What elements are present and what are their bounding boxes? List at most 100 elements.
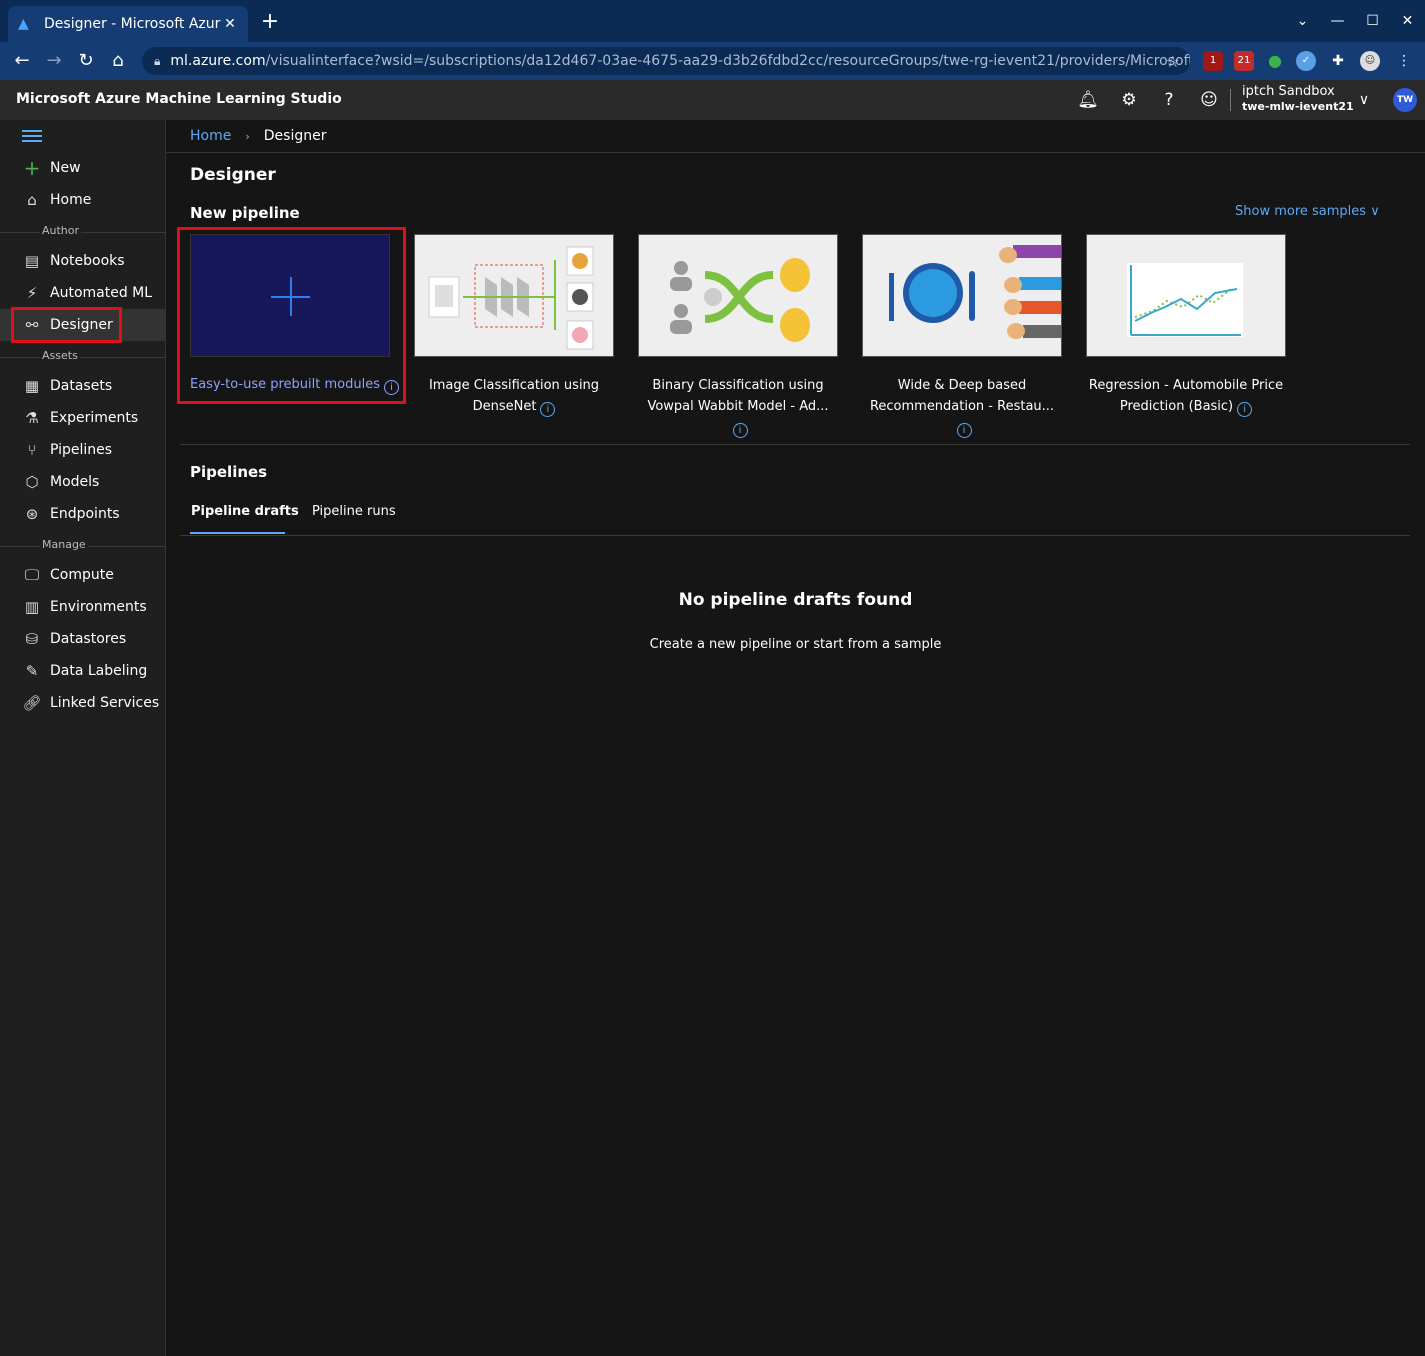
breadcrumb-home-link[interactable]: Home <box>190 128 231 146</box>
section-divider <box>180 444 1410 445</box>
azure-favicon-icon: ▲ <box>18 16 29 32</box>
extensions-puzzle-icon[interactable]: ✚ <box>1328 51 1348 71</box>
bookmark-star-icon[interactable]: ☆ <box>1166 52 1180 71</box>
sample-caption-line2: DenseNet <box>472 399 537 414</box>
sidebar-item-new[interactable]: + New <box>0 152 166 184</box>
tab-pipeline-drafts[interactable]: Pipeline drafts <box>191 504 299 519</box>
app-title: Microsoft Azure Machine Learning Studio <box>16 91 342 107</box>
info-icon[interactable]: i <box>1237 402 1253 417</box>
sample-card-regression[interactable]: Regression - Automobile Price Prediction… <box>1086 234 1286 417</box>
tab-pipeline-runs[interactable]: Pipeline runs <box>312 504 396 519</box>
evernote-extension-icon[interactable]: ● <box>1265 51 1285 71</box>
info-icon[interactable]: i <box>540 402 556 417</box>
active-tab-indicator <box>190 532 285 534</box>
sample-caption-line2: Vowpal Wabbit Model - Ad... <box>647 399 829 414</box>
sample-caption-line2: Recommendation - Restau... <box>869 399 1055 414</box>
sidebar-item-experiments[interactable]: ⚗ Experiments <box>0 402 166 434</box>
wide-deep-thumbnail <box>862 234 1062 357</box>
sidebar-item-automated-ml[interactable]: ⚡ Automated ML <box>0 277 166 309</box>
app-header: Microsoft Azure Machine Learning Studio … <box>0 80 1425 120</box>
sidebar-item-data-labeling[interactable]: ✎ Data Labeling <box>0 655 166 687</box>
sample-caption-line1: Image Classification using <box>428 378 600 393</box>
settings-gear-icon[interactable]: ⚙ <box>1117 88 1141 112</box>
pipeline-icon: ⑂ <box>27 441 37 459</box>
window-controls: ⌄ — ☐ ✕ <box>1285 0 1425 42</box>
chevron-right-icon: › <box>245 130 250 143</box>
lock-icon: 🔒︎ <box>154 53 161 68</box>
chevron-down-icon: ∨ <box>1370 204 1380 219</box>
sidebar-item-label: Data Labeling <box>50 663 148 679</box>
tab-search-icon[interactable]: ⌄ <box>1285 0 1320 42</box>
sidebar-item-endpoints[interactable]: ⊛ Endpoints <box>0 498 166 530</box>
sample-caption-line1: Wide & Deep based <box>897 378 1027 393</box>
binary-classification-thumbnail <box>638 234 838 357</box>
sidebar-item-label: Experiments <box>50 410 139 426</box>
sidebar-item-home[interactable]: ⌂ Home <box>0 184 166 216</box>
info-icon[interactable]: i <box>956 423 972 438</box>
flask-icon: ⚗ <box>25 409 39 427</box>
header-separator <box>166 152 1425 153</box>
sidebar: + New ⌂ Home Author ▤ Notebooks ⚡ Automa… <box>0 120 166 1356</box>
section-assets: Assets <box>0 349 166 365</box>
maximize-icon[interactable]: ☐ <box>1355 0 1390 42</box>
url-host: ml.azure.com <box>170 53 266 69</box>
sample-card-wide-deep[interactable]: Wide & Deep based Recommendation - Resta… <box>862 234 1062 438</box>
chevron-down-icon[interactable]: ∨ <box>1354 88 1374 112</box>
account-switcher[interactable]: iptch Sandbox twe-mlw-ievent21 <box>1242 84 1354 113</box>
minimize-icon[interactable]: — <box>1320 0 1355 42</box>
back-icon[interactable]: ← <box>10 49 34 73</box>
section-manage: Manage <box>0 538 166 554</box>
section-label: Author <box>40 224 82 237</box>
empty-state-subtitle: Create a new pipeline or start from a sa… <box>649 637 942 652</box>
profile-avatar-icon[interactable]: ☺ <box>1360 51 1380 71</box>
sidebar-item-label: New <box>50 160 81 176</box>
close-window-icon[interactable]: ✕ <box>1390 0 1425 42</box>
url-path: /visualinterface?wsid=/subscriptions/da1… <box>265 53 1190 69</box>
dataset-icon: ▦ <box>24 377 40 395</box>
browser-tab[interactable]: ▲ Designer - Microsoft Azur ✕ <box>8 6 248 42</box>
sample-caption-line2: Prediction (Basic) <box>1119 399 1234 414</box>
sidebar-item-datastores[interactable]: ⛁ Datastores <box>0 623 166 655</box>
sidebar-item-notebooks[interactable]: ▤ Notebooks <box>0 245 166 277</box>
user-avatar[interactable]: TW <box>1393 88 1417 112</box>
sample-caption: Regression - Automobile Price Prediction… <box>1086 375 1286 417</box>
hamburger-menu-icon[interactable] <box>22 130 42 144</box>
forward-icon[interactable]: → <box>42 49 66 73</box>
link-icon: 🔗︎ <box>22 694 42 712</box>
section-author: Author <box>0 224 166 240</box>
sidebar-item-compute[interactable]: 🖵︎ Compute <box>0 559 166 591</box>
endpoint-icon: ⊛ <box>25 505 39 523</box>
ublock-extension-icon[interactable]: 1 <box>1203 51 1223 71</box>
sidebar-item-environments[interactable]: ▥ Environments <box>0 591 166 623</box>
address-bar[interactable]: 🔒︎ ml.azure.com /visualinterface?wsid=/s… <box>142 47 1190 75</box>
sample-caption: Binary Classification using Vowpal Wabbi… <box>638 375 838 438</box>
section-label: Assets <box>40 349 80 362</box>
environment-icon: ▥ <box>24 598 40 616</box>
reload-icon[interactable]: ↻ <box>74 49 98 73</box>
sidebar-item-label: Models <box>50 474 100 490</box>
info-icon[interactable]: i <box>732 423 748 438</box>
sample-card-image-classification[interactable]: Image Classification using DenseNet i <box>414 234 614 417</box>
sidebar-item-label: Environments <box>50 599 147 615</box>
tab-title: Designer - Microsoft Azur <box>44 16 221 32</box>
feedback-smiley-icon[interactable]: ☺ <box>1197 88 1221 112</box>
help-icon[interactable]: ? <box>1157 88 1181 112</box>
sidebar-item-pipelines[interactable]: ⑂ Pipelines <box>0 434 166 466</box>
close-tab-icon[interactable]: ✕ <box>222 16 238 32</box>
sample-card-binary-classification[interactable]: Binary Classification using Vowpal Wabbi… <box>638 234 838 438</box>
notifications-bell-icon[interactable]: 🔔︎ <box>1076 88 1100 112</box>
sidebar-item-linked-services[interactable]: 🔗︎ Linked Services <box>0 687 166 719</box>
todoist-extension-icon[interactable]: 21 <box>1234 51 1254 71</box>
section-label: Manage <box>40 538 88 551</box>
show-more-samples-link[interactable]: Show more samples ∨ <box>1235 204 1380 219</box>
new-tab-button[interactable]: + <box>258 10 282 34</box>
safari-extension-icon[interactable]: ✓ <box>1296 51 1316 71</box>
compute-monitor-icon: 🖵︎ <box>24 566 40 584</box>
browser-menu-icon[interactable]: ⋮ <box>1394 51 1414 71</box>
sample-caption: Image Classification using DenseNet i <box>414 375 614 417</box>
sidebar-item-models[interactable]: ⬡ Models <box>0 466 166 498</box>
sidebar-item-datasets[interactable]: ▦ Datasets <box>0 370 166 402</box>
pipelines-title: Pipelines <box>190 463 268 481</box>
home-icon[interactable]: ⌂ <box>106 49 130 73</box>
sidebar-item-label: Compute <box>50 567 114 583</box>
